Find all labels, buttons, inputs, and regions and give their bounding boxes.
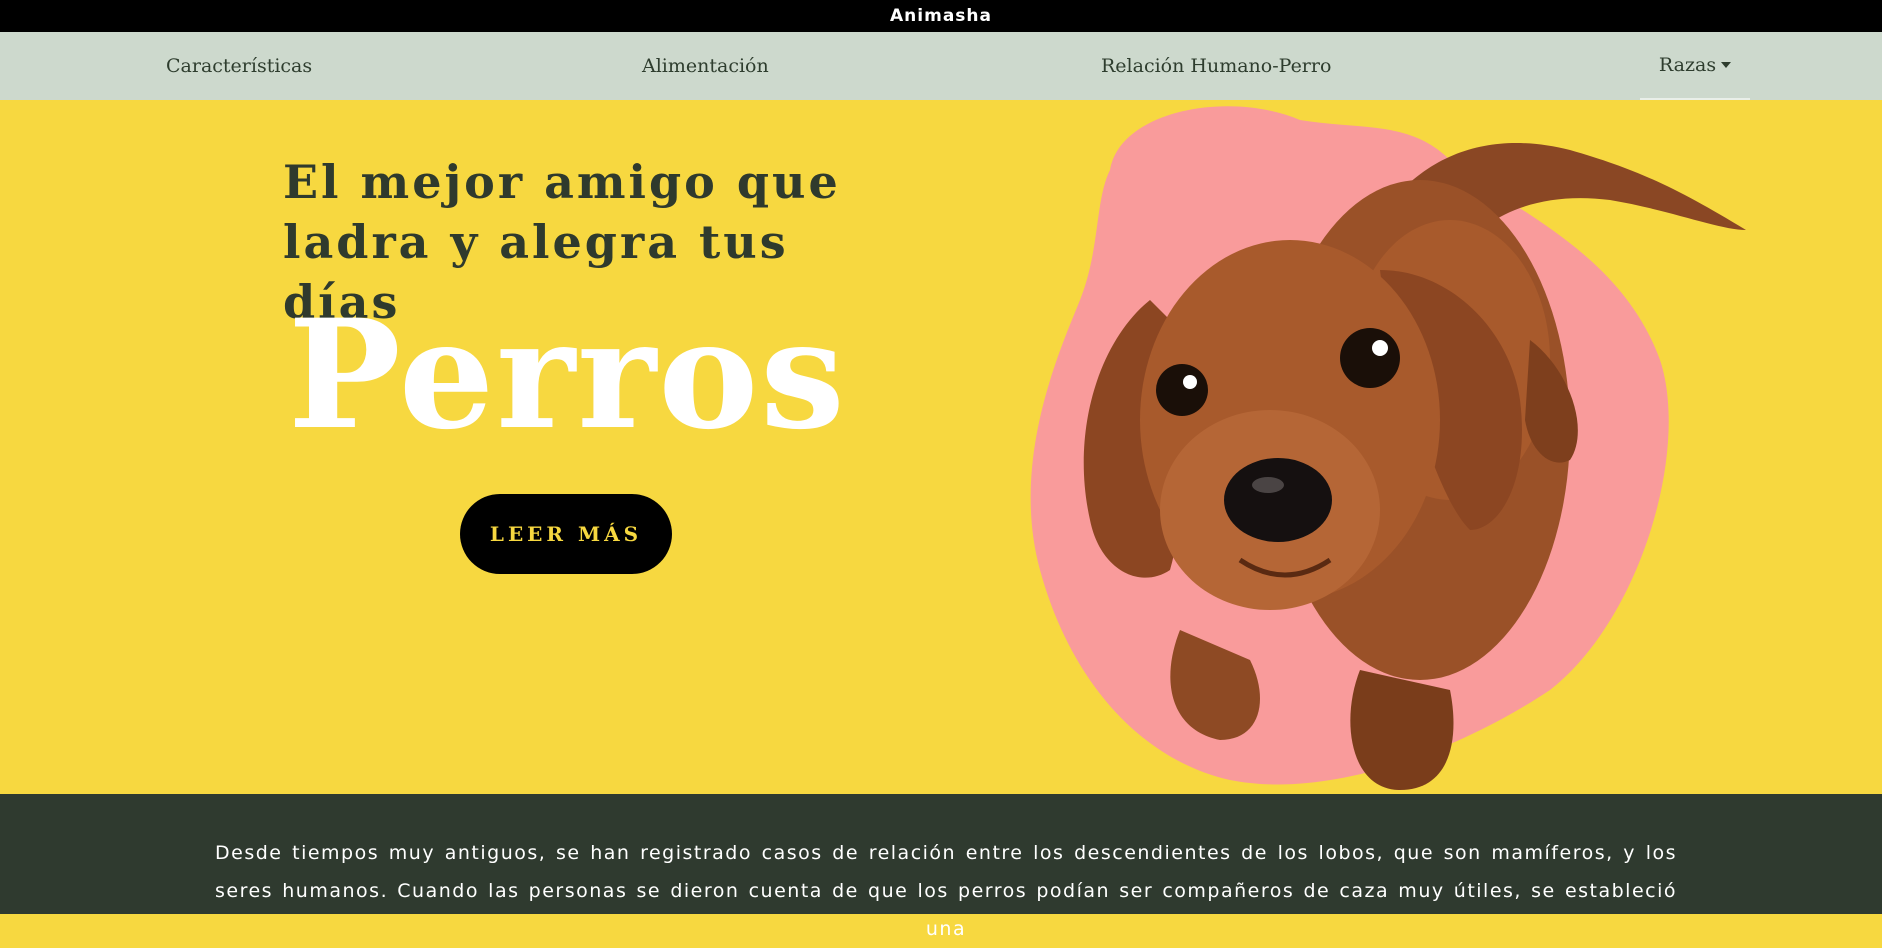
main-navigation: Características Alimentación Relación Hu…: [0, 32, 1882, 100]
hero-section: El mejor amigo que ladra y alegra tus dí…: [0, 100, 1882, 794]
dachshund-puppy-illustration: [1030, 106, 1746, 790]
nav-dropdown-razas[interactable]: Razas: [1640, 32, 1750, 100]
dog-right-eye: [1340, 328, 1400, 388]
intro-paragraph: Desde tiempos muy antiguos, se han regis…: [215, 842, 1677, 940]
intro-section: Desde tiempos muy antiguos, se han regis…: [0, 794, 1882, 940]
top-brand-bar: Animasha: [0, 0, 1882, 32]
nav-link-alimentacion[interactable]: Alimentación: [642, 32, 769, 100]
brand-name: Animasha: [890, 6, 992, 26]
dog-front-leg-right: [1350, 670, 1454, 790]
dog-nose: [1224, 458, 1332, 542]
read-more-button[interactable]: LEER MÁS: [460, 494, 672, 574]
hero-title: Perros: [288, 287, 847, 463]
dog-left-eye: [1156, 364, 1208, 416]
nav-link-caracteristicas[interactable]: Características: [166, 32, 312, 100]
nav-dropdown-label: Razas: [1658, 54, 1717, 76]
caret-down-icon: [1721, 62, 1732, 68]
nav-link-relacion-humano-perro[interactable]: Relación Humano-Perro: [1101, 32, 1331, 100]
